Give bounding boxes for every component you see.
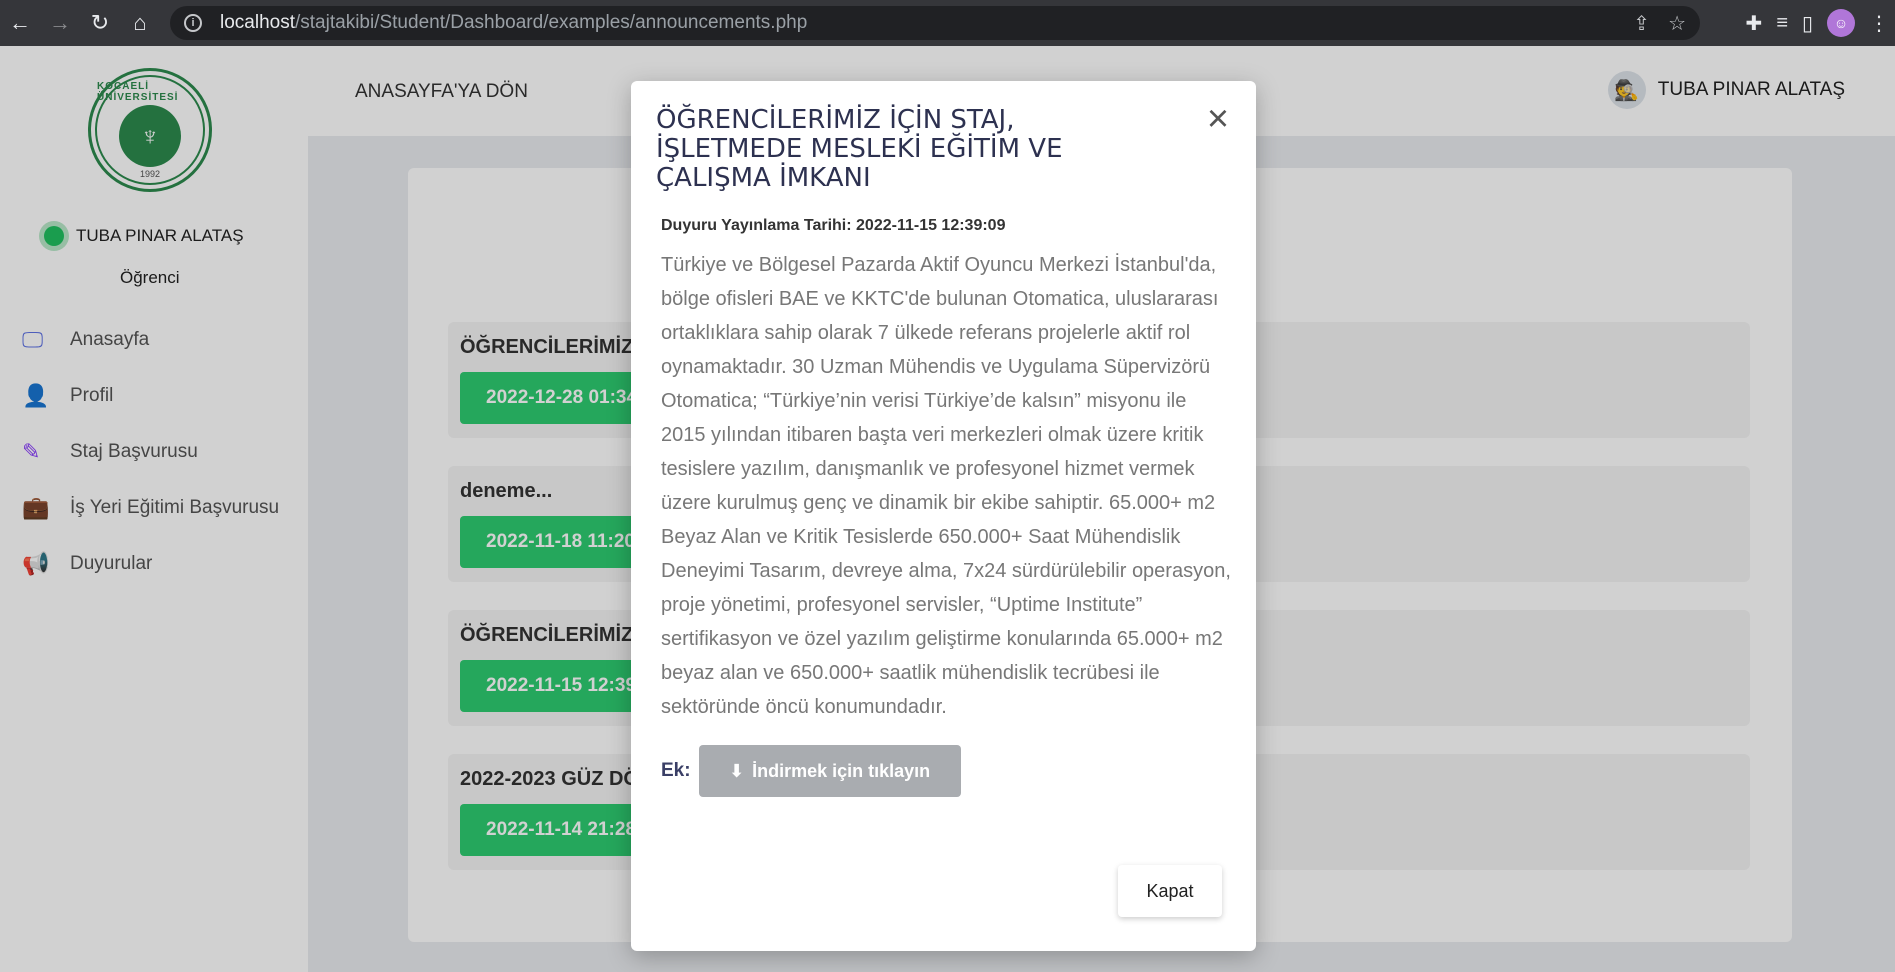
extensions-icon[interactable]: ✚ bbox=[1746, 11, 1763, 36]
back-icon[interactable]: ← bbox=[0, 0, 40, 46]
modal-title: ÖĞRENCİLERİMİZ İÇİN STAJ, İŞLETMEDE MESL… bbox=[656, 105, 1063, 193]
forward-icon[interactable]: → bbox=[40, 0, 80, 46]
menu-dots-icon[interactable]: ⋮ bbox=[1869, 11, 1889, 36]
home-icon[interactable]: ⌂ bbox=[120, 0, 160, 46]
share-icon[interactable]: ⇪ bbox=[1633, 11, 1650, 36]
reading-list-icon[interactable]: ≡ bbox=[1776, 12, 1788, 35]
download-button[interactable]: ⬇ İndirmek için tıklayın bbox=[698, 745, 961, 797]
profile-avatar-icon[interactable]: ☺ bbox=[1827, 9, 1855, 37]
browser-toolbar: ← → ↻ ⌂ i localhost /stajtakibi/Student/… bbox=[0, 0, 1895, 46]
side-panel-icon[interactable]: ▯ bbox=[1802, 11, 1813, 36]
publish-date: Duyuru Yayınlama Tarihi: 2022-11-15 12:3… bbox=[661, 217, 1006, 234]
attachment-label: Ek: bbox=[661, 760, 691, 781]
modal-body-text: Türkiye ve Bölgesel Pazarda Aktif Oyuncu… bbox=[661, 254, 1231, 718]
download-icon: ⬇ bbox=[729, 760, 745, 781]
close-button[interactable]: Kapat bbox=[1118, 865, 1222, 917]
attachment-row: Ek: ⬇ İndirmek için tıklayın bbox=[661, 745, 961, 797]
site-info-icon[interactable]: i bbox=[184, 14, 202, 32]
download-button-label: İndirmek için tıklayın bbox=[752, 760, 931, 781]
announcement-modal: ÖĞRENCİLERİMİZ İÇİN STAJ, İŞLETMEDE MESL… bbox=[631, 81, 1256, 951]
url-path: /stajtakibi/Student/Dashboard/examples/a… bbox=[295, 12, 808, 33]
close-icon[interactable]: × bbox=[1198, 98, 1238, 140]
url-host: localhost bbox=[220, 12, 295, 33]
bookmark-star-icon[interactable]: ☆ bbox=[1668, 11, 1686, 36]
reload-icon[interactable]: ↻ bbox=[80, 0, 120, 46]
address-bar[interactable]: i localhost /stajtakibi/Student/Dashboar… bbox=[170, 6, 1700, 40]
